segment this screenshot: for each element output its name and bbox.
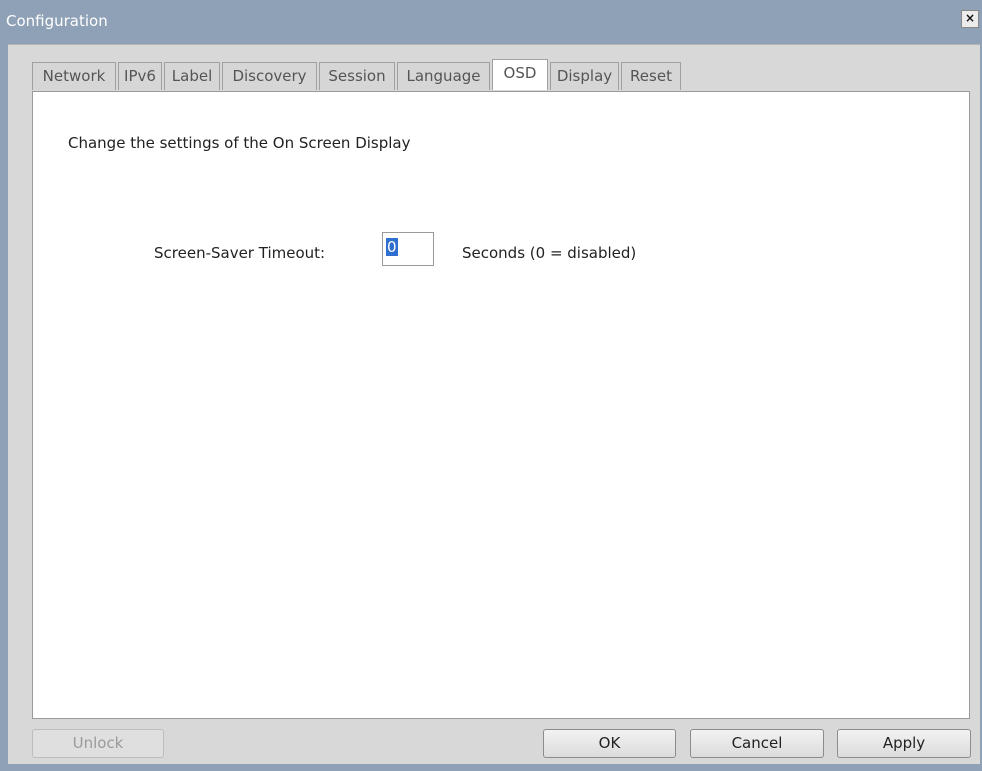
screensaver-timeout-input[interactable]: 0 — [382, 232, 434, 266]
configuration-window: Configuration × Network IPv6 Label Disco… — [0, 0, 982, 771]
titlebar[interactable]: Configuration × — [0, 0, 982, 44]
dialog-client-area: Network IPv6 Label Discovery Session Lan… — [8, 44, 980, 764]
tab-bar: Network IPv6 Label Discovery Session Lan… — [32, 59, 683, 90]
tab-osd[interactable]: OSD — [492, 59, 548, 90]
window-title: Configuration — [6, 12, 108, 30]
unlock-button[interactable]: Unlock — [32, 729, 164, 758]
tab-ipv6[interactable]: IPv6 — [118, 62, 162, 90]
apply-button[interactable]: Apply — [837, 729, 971, 758]
tab-network[interactable]: Network — [32, 62, 116, 90]
tab-display[interactable]: Display — [550, 62, 619, 90]
screensaver-timeout-hint: Seconds (0 = disabled) — [462, 244, 637, 262]
tab-label[interactable]: Label — [164, 62, 220, 90]
ok-button[interactable]: OK — [543, 729, 676, 758]
tab-discovery[interactable]: Discovery — [222, 62, 317, 90]
close-button[interactable]: × — [961, 10, 979, 28]
screensaver-timeout-label: Screen-Saver Timeout: — [154, 244, 326, 262]
cancel-button[interactable]: Cancel — [690, 729, 824, 758]
screensaver-timeout-value: 0 — [386, 238, 398, 256]
osd-settings-panel: Change the settings of the On Screen Dis… — [32, 91, 970, 719]
tab-session[interactable]: Session — [319, 62, 395, 90]
tab-reset[interactable]: Reset — [621, 62, 681, 90]
panel-description: Change the settings of the On Screen Dis… — [68, 134, 411, 152]
tab-language[interactable]: Language — [397, 62, 490, 90]
